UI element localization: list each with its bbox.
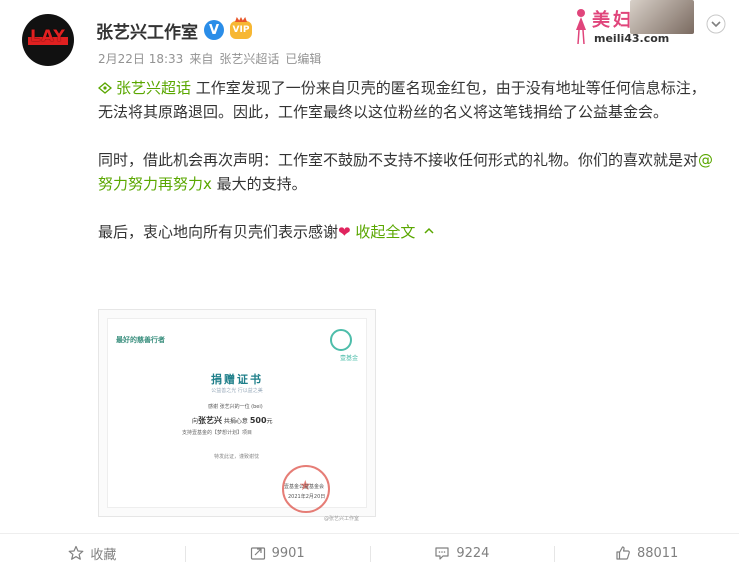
post-content: 张艺兴超话 工作室发现了一份来自贝壳的匿名现金红包，由于没有地址等任何信息标注，…: [98, 76, 718, 268]
topic-link[interactable]: 张艺兴超话: [98, 79, 191, 97]
paragraph-2-text-before: 同时，借此机会再次声明：工作室不鼓励不支持不接收任何形式的礼物。你们的喜欢就是对: [98, 151, 699, 169]
chevron-up-icon: [424, 227, 434, 234]
chevron-down-icon[interactable]: [706, 14, 726, 34]
paragraph-3-text: 最后，衷心地向所有贝壳们表示感谢: [98, 223, 339, 241]
certificate-line-1: 感谢 张艺兴的一位 (bei): [208, 404, 263, 410]
thumbs-up-icon: [616, 546, 630, 560]
favorite-label: 收藏: [90, 547, 117, 563]
watermark-figure-icon: [576, 9, 586, 45]
post-source[interactable]: 张艺兴超话: [219, 50, 279, 67]
favorite-button[interactable]: 收藏: [0, 534, 185, 572]
repost-button[interactable]: 9901: [184, 534, 370, 572]
paragraph-1: 张艺兴超话 工作室发现了一份来自贝壳的匿名现金红包，由于没有地址等任何信息标注，…: [98, 76, 718, 124]
star-icon: [68, 545, 84, 560]
certificate-signature: 壹基金公益基金会: [284, 484, 325, 490]
topic-label: 张艺兴超话: [116, 79, 192, 97]
certificate-org: 最好的慈善行者: [116, 336, 165, 344]
certificate-subtitle: 公益善之光 行以益之美: [211, 388, 263, 394]
foundation-logo-label: 壹基金: [339, 355, 358, 362]
avatar-logo-text: LAY: [30, 26, 66, 45]
certificate-title: 捐赠证书: [211, 373, 263, 386]
edited-label: 已编辑: [285, 52, 322, 66]
heart-icon: ❤: [338, 223, 351, 241]
certificate-line-2-suffix: 元: [266, 418, 273, 425]
paragraph-3: 最后，衷心地向所有贝壳们表示感谢❤ 收起全文: [98, 220, 718, 244]
comment-button[interactable]: 9224: [369, 534, 555, 572]
repost-count: 9901: [271, 545, 305, 561]
post-date[interactable]: 2月22日 18:33: [98, 50, 183, 67]
post-meta: 2月22日 18:33 来自 张艺兴超话 已编辑: [98, 50, 321, 67]
certificate-line-2: 向张艺兴 共捐心意 500元: [192, 415, 273, 426]
verified-badge-icon: V: [204, 20, 224, 40]
certificate-line-4: 特发此证，谨致谢忱: [214, 454, 260, 460]
certificate-amount: 500: [249, 416, 267, 425]
comment-icon: [435, 547, 449, 560]
comment-count: 9224: [456, 545, 490, 561]
author-avatar[interactable]: LAY: [22, 14, 74, 66]
avatar-logo: LAY: [28, 26, 68, 54]
watermark-photo: [630, 0, 694, 34]
source-prefix: 来自: [189, 52, 214, 66]
certificate-image[interactable]: 最好的慈善行者 壹基金 捐赠证书 公益善之光 行以益之美 感谢 张艺兴的一位 (…: [98, 309, 376, 522]
author-name[interactable]: 张艺兴工作室: [96, 18, 198, 43]
certificate-line-3: 支持壹基金的【梦想计划】项目: [182, 430, 253, 436]
certificate-line-2-mid: 共捐心意: [222, 418, 250, 425]
vip-badge-icon: VIP: [230, 21, 252, 39]
paragraph-2: 同时，借此机会再次声明：工作室不鼓励不支持不接收任何形式的礼物。你们的喜欢就是对…: [98, 148, 718, 196]
foundation-logo-icon: [330, 329, 352, 351]
action-bar: 收藏 9901 9224 88011: [0, 533, 739, 572]
collapse-label: 收起全文: [355, 223, 416, 241]
author-row: 张艺兴工作室 V VIP: [96, 17, 252, 43]
like-count: 88011: [636, 545, 679, 561]
certificate-donor-name: 张艺兴: [198, 416, 223, 425]
topic-icon: [98, 82, 112, 94]
collapse-text-button[interactable]: 收起全文: [355, 223, 435, 241]
paragraph-2-text-after: 最大的支持。: [211, 175, 307, 193]
certificate-watermark: @张艺兴工作室: [324, 516, 360, 522]
certificate-card: 最好的慈善行者 壹基金 捐赠证书 公益善之光 行以益之美 感谢 张艺兴的一位 (…: [107, 318, 367, 522]
like-button[interactable]: 88011: [554, 534, 739, 572]
repost-icon: [250, 547, 265, 560]
certificate-date: 2021年2月20日: [288, 494, 326, 500]
